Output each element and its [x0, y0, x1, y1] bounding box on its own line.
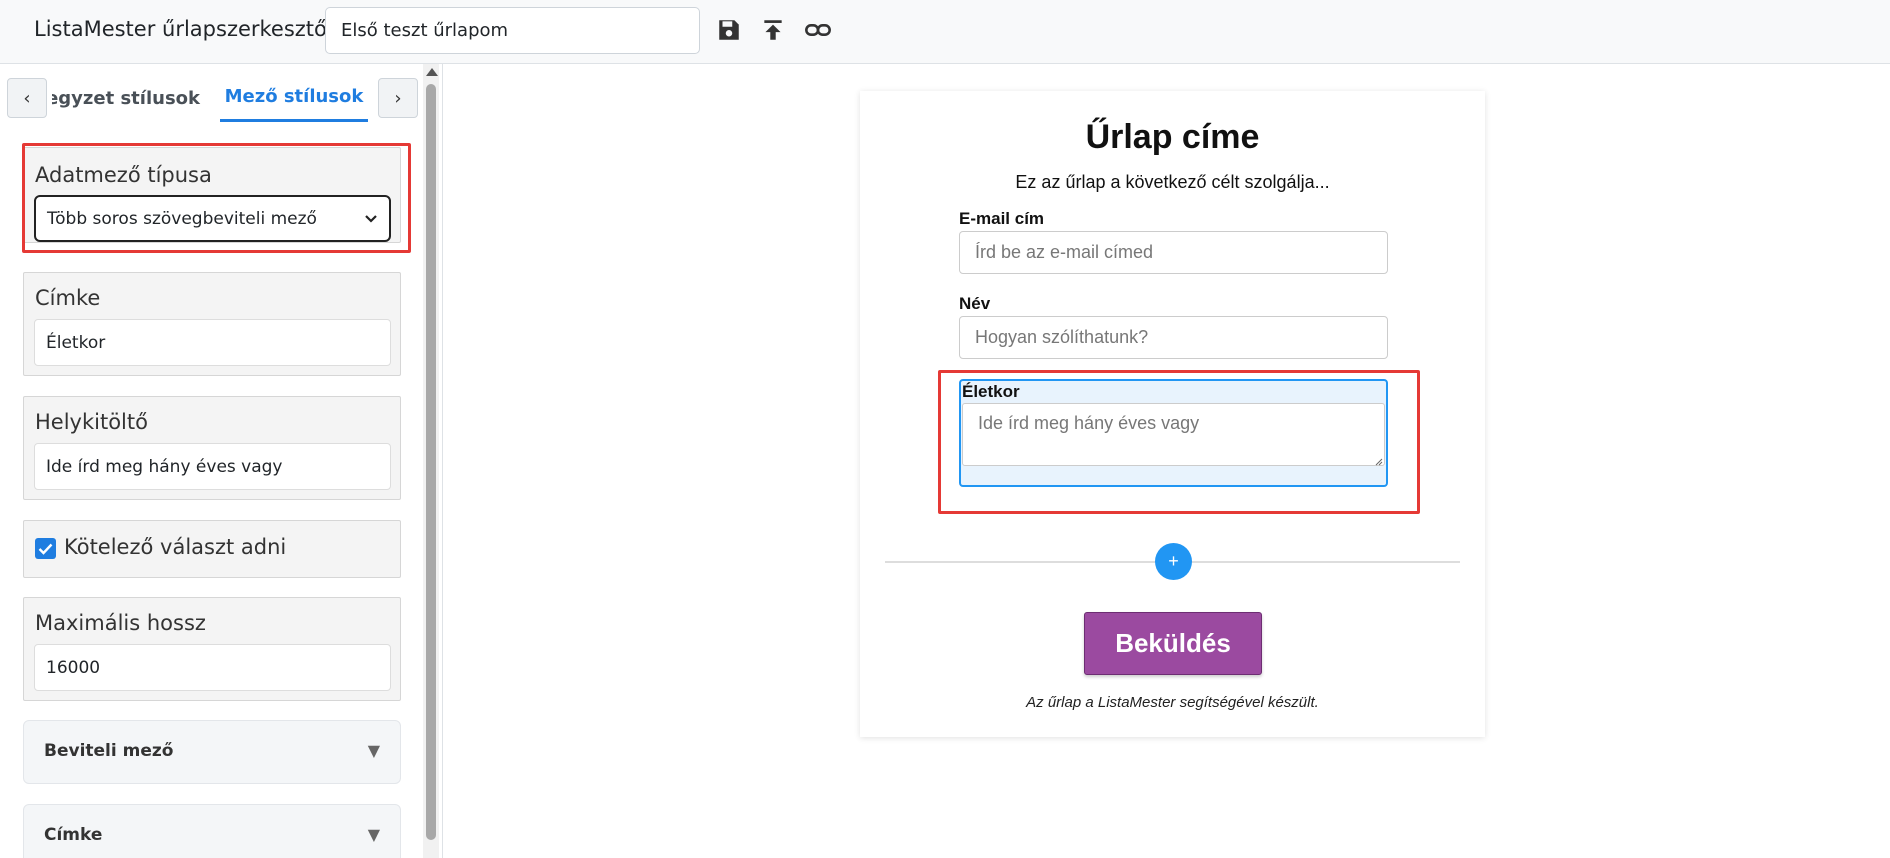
accordion-input-field-label: Beviteli mező — [44, 741, 174, 761]
age-field-block[interactable]: Életkor Ide írd meg hány éves vagy — [959, 379, 1388, 487]
max-length-panel: Maximális hossz 16000 — [23, 597, 401, 701]
submit-button[interactable]: Beküldés — [1084, 612, 1262, 675]
checkmark-icon — [38, 543, 53, 555]
sidebar-scrollbar[interactable] — [423, 64, 439, 858]
placeholder-input[interactable]: Ide írd meg hány éves vagy — [34, 443, 391, 490]
label-field-label: Címke — [35, 286, 101, 310]
chevron-down-icon — [365, 214, 377, 223]
form-title[interactable]: Űrlap címe — [860, 118, 1485, 157]
link-icon[interactable] — [802, 14, 834, 46]
tab-field-styles[interactable]: Mező stílusok — [220, 74, 368, 122]
app-title: ListaMester űrlapszerkesztő: — [34, 17, 334, 41]
field-type-panel: Adatmező típusa Több soros szövegbevitel… — [23, 147, 401, 243]
age-field-label: Életkor — [962, 382, 1020, 401]
accordion-label[interactable]: Címke ▼ — [23, 804, 401, 858]
email-field-label: E-mail cím — [959, 209, 1045, 228]
form-preview: Űrlap címe Ez az űrlap a következő célt … — [860, 91, 1485, 737]
required-checkbox[interactable] — [35, 538, 56, 559]
scrollbar-thumb[interactable] — [426, 84, 436, 840]
email-field[interactable]: Írd be az e-mail címed — [959, 231, 1388, 274]
tab-scroll-right-button[interactable]: › — [378, 78, 418, 118]
tab-note-styles[interactable]: Jegyzet stílusok — [52, 74, 212, 122]
form-description[interactable]: Ez az űrlap a következő célt szolgálja..… — [860, 172, 1485, 193]
field-type-select[interactable]: Több soros szövegbeviteli mező — [34, 195, 391, 242]
field-type-label: Adatmező típusa — [35, 163, 212, 187]
top-bar: ListaMester űrlapszerkesztő: — [0, 0, 1890, 64]
name-field-label: Név — [959, 294, 991, 313]
required-label: Kötelező választ adni — [64, 535, 287, 559]
accordion-label-label: Címke — [44, 825, 103, 845]
field-type-value: Több soros szövegbeviteli mező — [47, 208, 317, 229]
settings-sidebar: ‹ Jegyzet stílusok Mező stílusok › Adatm… — [0, 64, 443, 858]
resize-grip-icon[interactable] — [1373, 456, 1383, 466]
age-textarea[interactable]: Ide írd meg hány éves vagy — [962, 403, 1385, 466]
footer-note: Az űrlap a ListaMester segítségével kész… — [1026, 694, 1319, 711]
accordion-input-field[interactable]: Beviteli mező ▼ — [23, 720, 401, 784]
caret-down-icon: ▼ — [367, 741, 380, 760]
scroll-up-arrow-icon[interactable] — [426, 68, 438, 76]
save-icon[interactable] — [713, 14, 745, 46]
label-panel: Címke Életkor — [23, 272, 401, 376]
add-field-button[interactable]: + — [1155, 543, 1192, 580]
placeholder-field-label: Helykitöltő — [35, 410, 148, 434]
max-length-input[interactable]: 16000 — [34, 644, 391, 691]
max-length-label: Maximális hossz — [35, 611, 206, 635]
required-panel: Kötelező választ adni — [23, 520, 401, 578]
tab-scroll-left-button[interactable]: ‹ — [7, 78, 47, 118]
caret-down-icon: ▼ — [367, 825, 380, 844]
form-name-input[interactable] — [325, 7, 700, 54]
form-canvas: Űrlap címe Ez az űrlap a következő célt … — [443, 64, 1890, 858]
label-input[interactable]: Életkor — [34, 319, 391, 366]
name-field[interactable]: Hogyan szólíthatunk? — [959, 316, 1388, 359]
upload-icon[interactable] — [757, 14, 789, 46]
placeholder-panel: Helykitöltő Ide írd meg hány éves vagy — [23, 396, 401, 500]
